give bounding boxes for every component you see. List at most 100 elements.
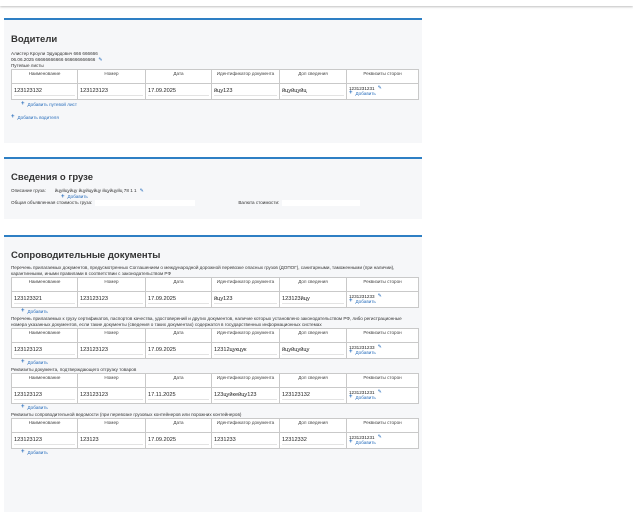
add-req-button[interactable]: + Добавить bbox=[349, 298, 416, 304]
cell-name[interactable]: 123123321 bbox=[14, 295, 75, 304]
add-driver-button[interactable]: + Добавить водителя bbox=[11, 114, 415, 120]
doc-group: Реквизиты документа, подтверждающего отг… bbox=[11, 367, 419, 410]
cargo-title: Сведения о грузе bbox=[11, 172, 94, 183]
add-waybill-label: Добавить путевой лист bbox=[27, 102, 77, 107]
currency-label: Валюта стоимости: bbox=[238, 200, 280, 205]
cell-extra[interactable]: йцуйцуйц bbox=[282, 87, 344, 96]
docs-title: Сопроводительные документы bbox=[11, 250, 161, 261]
add-doc-label: Добавить bbox=[27, 450, 48, 455]
add-doc-button[interactable]: + Добавить bbox=[21, 449, 415, 455]
pencil-icon[interactable]: ✎ bbox=[140, 188, 144, 194]
col-extra: Доп сведения bbox=[279, 69, 347, 84]
col-date: Дата bbox=[145, 69, 212, 84]
cargo-card: Сведения о грузе Описание груза: йцуйцуй… bbox=[4, 157, 422, 219]
add-req-label: Добавить bbox=[355, 440, 376, 445]
cell-ident[interactable]: 123цуйкейцу123 bbox=[214, 391, 277, 400]
doc-table: Наименование Номер Дата Идентификатор до… bbox=[11, 373, 419, 404]
cell-date[interactable]: 17.09.2025 bbox=[148, 436, 209, 445]
plus-icon: + bbox=[349, 394, 353, 400]
pencil-icon[interactable]: ✎ bbox=[378, 293, 382, 299]
drivers-title: Водители bbox=[11, 34, 58, 45]
pencil-icon[interactable]: ✎ bbox=[98, 57, 102, 63]
table-row: 123123123 123123123 17.11.2025 123цуйкей… bbox=[11, 387, 419, 404]
cell-number[interactable]: 123123123 bbox=[80, 391, 143, 400]
add-req-label: Добавить bbox=[355, 350, 376, 355]
drivers-card: Водители Алистер Кроули Эдуардович 666 6… bbox=[4, 18, 422, 143]
add-doc-label: Добавить bbox=[27, 360, 48, 365]
doc-table: Наименование Номер Дата Идентификатор до… bbox=[11, 328, 419, 359]
col-name: Наименование bbox=[11, 69, 78, 84]
col-extra: Доп сведения bbox=[279, 277, 347, 292]
pencil-icon[interactable]: ✎ bbox=[378, 434, 382, 440]
cargo-value-input[interactable] bbox=[95, 200, 196, 206]
cell-ident[interactable]: йцу123 bbox=[214, 87, 277, 96]
add-req-label: Добавить bbox=[355, 395, 376, 400]
col-number: Номер bbox=[77, 418, 146, 433]
table-row: 123123132 123123123 17.09.2025 йцу123 йц… bbox=[11, 83, 419, 100]
col-extra: Доп сведения bbox=[279, 373, 347, 388]
cell-extra[interactable]: 123123132 bbox=[282, 391, 344, 400]
col-number: Номер bbox=[77, 373, 146, 388]
cell-number[interactable]: 123123 bbox=[80, 436, 143, 445]
plus-icon: + bbox=[21, 449, 25, 455]
cell-number[interactable]: 123123123 bbox=[80, 295, 143, 304]
add-doc-button[interactable]: + Добавить bbox=[21, 359, 415, 365]
cell-name[interactable]: 123123123 bbox=[14, 391, 75, 400]
doc-group: Реквизиты сопроводительной ведомости (пр… bbox=[11, 412, 419, 455]
col-req: Реквизиты сторон bbox=[346, 328, 419, 343]
col-req: Реквизиты сторон bbox=[346, 418, 419, 433]
col-date: Дата bbox=[145, 277, 212, 292]
cell-ident[interactable]: 12312цукцук bbox=[214, 346, 277, 355]
pencil-icon[interactable]: ✎ bbox=[378, 389, 382, 395]
cell-date[interactable]: 17.09.2025 bbox=[148, 87, 209, 96]
doc-table: Наименование Номер Дата Идентификатор до… bbox=[11, 418, 419, 449]
add-doc-button[interactable]: + Добавить bbox=[21, 308, 415, 314]
plus-icon: + bbox=[21, 101, 25, 107]
cell-extra[interactable]: 12312332 bbox=[282, 436, 344, 445]
cell-number[interactable]: 123123123 bbox=[80, 346, 143, 355]
col-name: Наименование bbox=[11, 418, 78, 433]
add-doc-button[interactable]: + Добавить bbox=[21, 404, 415, 410]
col-date: Дата bbox=[145, 418, 212, 433]
col-req: Реквизиты сторон bbox=[346, 277, 419, 292]
col-name: Наименование bbox=[11, 277, 78, 292]
add-req-button[interactable]: + Добавить bbox=[349, 90, 416, 96]
currency-input[interactable] bbox=[282, 200, 361, 206]
col-ident: Идентификатор документа bbox=[211, 328, 280, 343]
col-number: Номер bbox=[77, 277, 146, 292]
col-extra: Доп сведения bbox=[279, 418, 347, 433]
col-date: Дата bbox=[145, 328, 212, 343]
cargo-desc-label: Описание груза: bbox=[11, 188, 46, 193]
col-ident: Идентификатор документа bbox=[211, 373, 280, 388]
add-req-button[interactable]: + Добавить bbox=[349, 349, 416, 355]
pencil-icon[interactable]: ✎ bbox=[378, 85, 382, 91]
cell-ident[interactable]: 1231233 bbox=[214, 436, 277, 445]
col-ident: Идентификатор документа bbox=[211, 418, 280, 433]
add-driver-label: Добавить водителя bbox=[17, 115, 59, 120]
cell-name[interactable]: 123123123 bbox=[14, 346, 75, 355]
cell-extra[interactable]: 123123йцу bbox=[282, 295, 344, 304]
plus-icon: + bbox=[349, 439, 353, 445]
cell-name[interactable]: 123123123 bbox=[14, 436, 75, 445]
docs-card: Сопроводительные документы Перечень прил… bbox=[4, 235, 422, 512]
cell-date[interactable]: 17.11.2025 bbox=[148, 391, 209, 400]
cell-ident[interactable]: йцу123 bbox=[214, 295, 277, 304]
cell-date[interactable]: 17.09.2025 bbox=[148, 346, 209, 355]
table-row: 123123321 123123123 17.09.2025 йцу123 12… bbox=[11, 291, 419, 308]
doc-table: Наименование Номер Дата Идентификатор до… bbox=[11, 277, 419, 308]
add-req-label: Добавить bbox=[355, 299, 376, 304]
waybills-table: Наименование Номер Дата Идентификатор до… bbox=[11, 69, 419, 100]
col-ident: Идентификатор документа bbox=[211, 277, 280, 292]
cell-name[interactable]: 123123132 bbox=[14, 87, 75, 96]
add-waybill-button[interactable]: + Добавить путевой лист bbox=[21, 101, 415, 107]
add-req-button[interactable]: + Добавить bbox=[349, 394, 416, 400]
cell-number[interactable]: 123123123 bbox=[80, 87, 143, 96]
col-extra: Доп сведения bbox=[279, 328, 347, 343]
add-req-button[interactable]: + Добавить bbox=[349, 439, 416, 445]
cell-date[interactable]: 17.09.2025 bbox=[148, 295, 209, 304]
table-row: 123123123 123123123 17.09.2025 12312цукц… bbox=[11, 342, 419, 359]
cargo-value-label: Общая объявленная стоимость груза: bbox=[11, 200, 93, 205]
add-doc-label: Добавить bbox=[27, 309, 48, 314]
cell-extra[interactable]: йцуйцуйцу bbox=[282, 346, 344, 355]
pencil-icon[interactable]: ✎ bbox=[378, 344, 382, 350]
